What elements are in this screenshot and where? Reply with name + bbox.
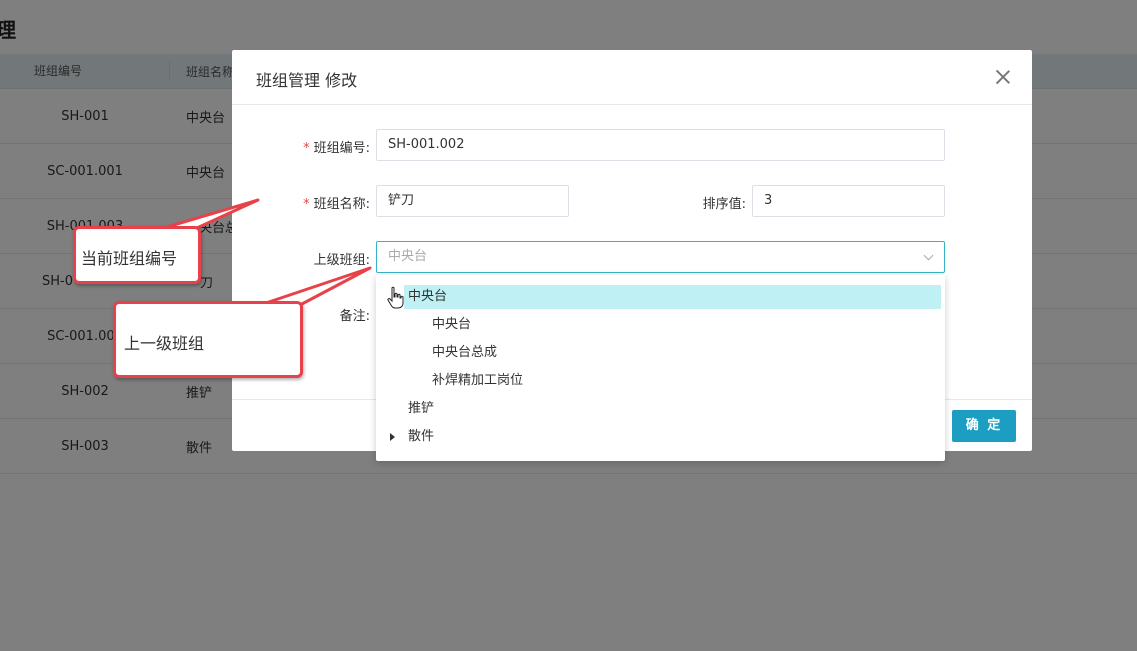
tree-node[interactable]: 推铲 [408,397,434,421]
parent-group-dropdown: 中央台 中央台 中央台总成 补焊精加工岗位 推铲 散件 [376,275,945,461]
tree-node[interactable]: 补焊精加工岗位 [432,369,523,393]
dialog-header: 班组管理 修改 [232,50,1032,105]
callout-parent-group: 上一级班组 [113,301,303,378]
dialog-title: 班组管理 修改 [256,71,358,90]
name-label: * 班组名称: [292,193,370,212]
parent-label: 上级班组: [313,253,370,268]
callout-join [152,229,178,235]
code-label-text: 班组编号: [313,141,370,156]
parent-group-select[interactable]: 中央台 [376,241,945,273]
confirm-button[interactable]: 确 定 [952,410,1016,442]
expand-caret-icon[interactable] [390,433,395,441]
tree-node[interactable]: 中央台总成 [432,341,497,365]
parent-group-placeholder: 中央台 [388,249,428,264]
name-label-text: 班组名称: [313,197,370,212]
tree-node[interactable]: 散件 [408,425,434,449]
sort-label: 排序值: [702,197,746,212]
sort-value-input[interactable]: 3 [752,185,945,217]
callout-current-code: 当前班组编号 [73,226,201,284]
group-code-input[interactable]: SH-001.002 [376,129,945,161]
remark-label: 备注: [339,309,370,324]
required-mark: * [303,141,310,156]
required-mark: * [303,197,310,212]
chevron-down-icon [923,250,934,261]
tree-node-selected[interactable]: 中央台 [404,285,941,309]
hand-cursor-icon [387,286,404,309]
callout-join [262,304,298,310]
group-name-input[interactable]: 铲刀 [376,185,569,217]
close-icon[interactable] [992,66,1014,88]
code-label: * 班组编号: [292,137,370,156]
tree-node[interactable]: 中央台 [432,313,471,337]
